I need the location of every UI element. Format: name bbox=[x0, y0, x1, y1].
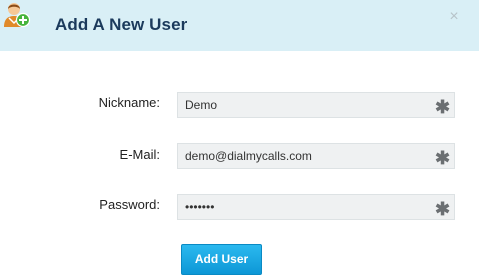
email-field: ✱ bbox=[177, 143, 455, 169]
add-user-icon bbox=[2, 1, 32, 29]
dialog-header: Add A New User × bbox=[0, 0, 479, 51]
required-icon: ✱ bbox=[435, 97, 451, 117]
password-input[interactable] bbox=[178, 195, 428, 219]
nickname-input[interactable] bbox=[178, 93, 428, 117]
password-label: Password: bbox=[99, 197, 160, 212]
required-icon: ✱ bbox=[435, 148, 451, 168]
required-icon: ✱ bbox=[435, 199, 451, 219]
nickname-field: ✱ bbox=[177, 92, 455, 118]
nickname-label: Nickname: bbox=[98, 95, 160, 110]
dialog-title: Add A New User bbox=[55, 15, 188, 34]
close-icon[interactable]: × bbox=[446, 9, 462, 25]
password-field: ✱ bbox=[177, 194, 455, 220]
email-label: E-Mail: bbox=[119, 147, 160, 162]
add-user-button[interactable]: Add User bbox=[181, 244, 262, 275]
add-user-dialog: Add A New User × Nickname: ✱ E-Mail: ✱ P… bbox=[0, 0, 479, 278]
email-input[interactable] bbox=[178, 144, 428, 168]
